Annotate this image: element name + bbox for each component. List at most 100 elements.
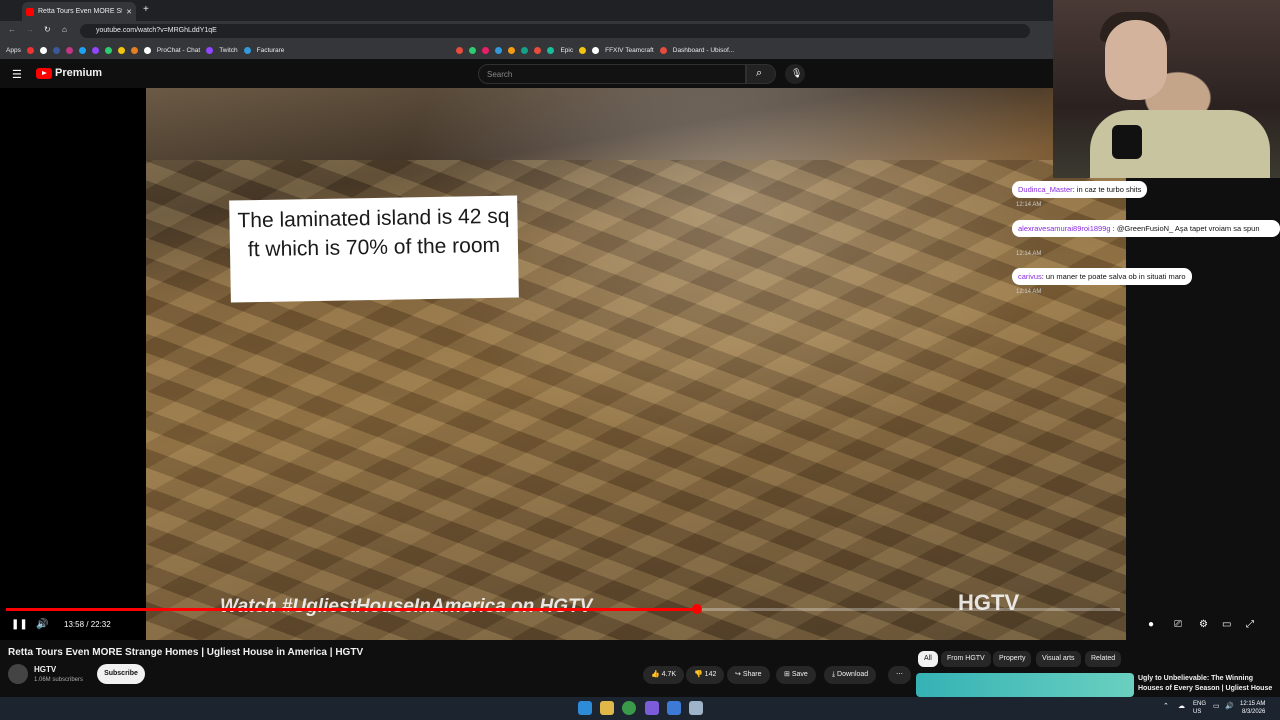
youtube-play-icon — [36, 67, 52, 79]
bookmark-icon[interactable] — [130, 46, 138, 54]
chip-related[interactable]: Related — [1085, 651, 1122, 667]
chat-username: Dudinca_Master — [1018, 185, 1073, 194]
bookmark-icon — [243, 46, 251, 54]
mic-icon: 🎙 — [791, 68, 803, 78]
app-icon[interactable] — [667, 701, 681, 715]
chat-username: carivus — [1018, 272, 1042, 281]
download-button[interactable]: ⤓ Download — [824, 666, 877, 684]
bookmark-icon[interactable] — [469, 46, 477, 54]
url-field[interactable]: youtube.com/watch?v=MRGhLddY1qE — [80, 24, 1030, 38]
tray-chevron-icon[interactable]: ⌃ — [1163, 702, 1169, 710]
network-icon[interactable]: ▭ — [1213, 702, 1220, 710]
dislike-count: 142 — [704, 671, 717, 678]
miniplayer-icon[interactable]: ▭ — [1222, 619, 1231, 630]
fullscreen-icon[interactable]: ⤢ — [1246, 619, 1254, 630]
back-icon[interactable]: ← — [8, 25, 16, 34]
bookmark-icon[interactable] — [579, 46, 587, 54]
bookmark-apps[interactable]: Apps — [6, 47, 21, 54]
bookmark-icon[interactable] — [117, 46, 125, 54]
windows-start-icon[interactable] — [578, 701, 592, 715]
youtube-favicon-icon — [26, 7, 34, 16]
bookmark-icon[interactable] — [547, 46, 555, 54]
search-input[interactable]: Search — [478, 64, 746, 84]
bookmark-icon[interactable] — [534, 46, 542, 54]
next-video-title[interactable]: Ugly to Unbelievable: The Winning Houses… — [1138, 674, 1276, 694]
bookmark-icon[interactable] — [143, 46, 151, 54]
chat-message: alexravesamurai89roi1899g : @GreenFusioN… — [1012, 220, 1280, 237]
browser-tab-active[interactable]: Retta Tours Even MORE Strange Homes ✕ — [22, 2, 136, 21]
bookmark-icon[interactable] — [592, 46, 600, 54]
reload-icon[interactable]: ↻ — [44, 25, 51, 34]
volume-icon[interactable]: 🔊 — [36, 619, 48, 630]
file-explorer-icon[interactable] — [600, 701, 614, 715]
subscriber-count: 1.06M subscribers — [34, 677, 84, 683]
more-actions-button[interactable]: ⋯ — [888, 666, 911, 684]
bookmark-icon[interactable] — [65, 46, 73, 54]
bookmark-icon[interactable] — [52, 46, 60, 54]
next-video-thumbnail[interactable] — [916, 673, 1134, 697]
captions-icon[interactable]: ⎚ — [1174, 619, 1182, 630]
voice-search-button[interactable]: 🎙 — [785, 64, 805, 84]
bookmark-icon[interactable] — [521, 46, 529, 54]
chip-from-hgtv[interactable]: From HGTV — [941, 651, 991, 667]
bookmark-icon[interactable] — [482, 46, 490, 54]
bookmark-icon[interactable] — [26, 46, 34, 54]
search-button[interactable]: ⌕ — [746, 64, 776, 84]
share-button[interactable]: ↪ Share — [727, 666, 770, 684]
keyboard-language[interactable]: ENG US — [1193, 700, 1206, 716]
menu-icon[interactable]: ☰ — [12, 68, 22, 81]
bookmark-icon[interactable] — [91, 46, 99, 54]
download-label: Download — [837, 671, 869, 678]
bookmark-icon[interactable] — [104, 46, 112, 54]
new-tab-icon[interactable]: + — [143, 4, 149, 15]
progress-scrubber[interactable] — [692, 604, 702, 614]
chip-visual-arts[interactable]: Visual arts — [1036, 651, 1081, 667]
video-caption: The laminated island is 42 sq ft which i… — [229, 195, 519, 303]
bookmark-icon[interactable] — [39, 46, 47, 54]
clock[interactable]: 12:15 AM 8/3/2026 — [1240, 700, 1265, 716]
dislike-button[interactable]: 👎 142 — [686, 666, 725, 684]
youtube-logo[interactable]: Premium — [36, 67, 102, 79]
chrome-icon[interactable] — [622, 701, 636, 715]
bookmark-icon[interactable] — [456, 46, 464, 54]
app-icon[interactable] — [645, 701, 659, 715]
like-count: 4.7K — [661, 671, 677, 678]
bookmark-icon[interactable] — [508, 46, 516, 54]
subscribe-button[interactable]: Subscribe — [97, 664, 145, 684]
like-button[interactable]: 👍 4.7K — [643, 666, 685, 684]
chip-property[interactable]: Property — [993, 651, 1032, 667]
chip-all[interactable]: All — [918, 651, 938, 667]
settings-icon[interactable]: ⚙ — [1199, 619, 1208, 630]
bookmark-facturare[interactable]: Facturare — [257, 47, 285, 54]
thumbs-up-icon: 👍 — [651, 671, 662, 678]
autoplay-toggle-icon[interactable]: ● — [1148, 619, 1154, 630]
bookmark-icon[interactable] — [78, 46, 86, 54]
bookmark-epic[interactable]: Epic — [560, 47, 573, 54]
hgtv-logo: HGTV — [958, 590, 1020, 615]
pause-icon[interactable]: ❚❚ — [11, 619, 28, 630]
bookmark-icon[interactable] — [495, 46, 503, 54]
chat-text: : un maner te poate salva ob in situati … — [1041, 272, 1186, 281]
video-watermark: Watch #UgliestHouseInAmerica on HGTV — [220, 596, 593, 617]
bookmark-ubisoft[interactable]: Dashboard - Ubisof... — [673, 47, 734, 54]
cloud-icon[interactable]: ☁ — [1178, 702, 1185, 710]
channel-name[interactable]: HGTV — [34, 665, 56, 674]
time-display: 13:58 / 22:32 — [64, 620, 111, 629]
bookmark-twitch[interactable]: Twitch — [219, 47, 237, 54]
tab-title: Retta Tours Even MORE Strange Homes — [38, 8, 122, 15]
bookmark-prochat[interactable]: ProChat - Chat — [157, 47, 200, 54]
app-icon[interactable] — [689, 701, 703, 715]
home-icon[interactable]: ⌂ — [62, 25, 67, 34]
channel-avatar[interactable] — [8, 664, 28, 684]
chat-message: carivus: un maner te poate salva ob in s… — [1012, 268, 1192, 285]
save-button[interactable]: ⊞ Save — [776, 666, 816, 684]
webcam-person-face — [1105, 20, 1167, 100]
close-tab-icon[interactable]: ✕ — [126, 8, 132, 16]
forward-icon[interactable]: → — [26, 25, 34, 34]
chat-message: Dudinca_Master: in caz te turbo shits — [1012, 181, 1148, 198]
bookmark-icon[interactable] — [659, 46, 667, 54]
webcam-microphone — [1112, 125, 1142, 159]
bookmark-ffxiv[interactable]: FFXIV Teamcraft — [605, 47, 654, 54]
volume-tray-icon[interactable]: 🔊 — [1225, 702, 1234, 710]
twitch-icon — [206, 46, 214, 54]
